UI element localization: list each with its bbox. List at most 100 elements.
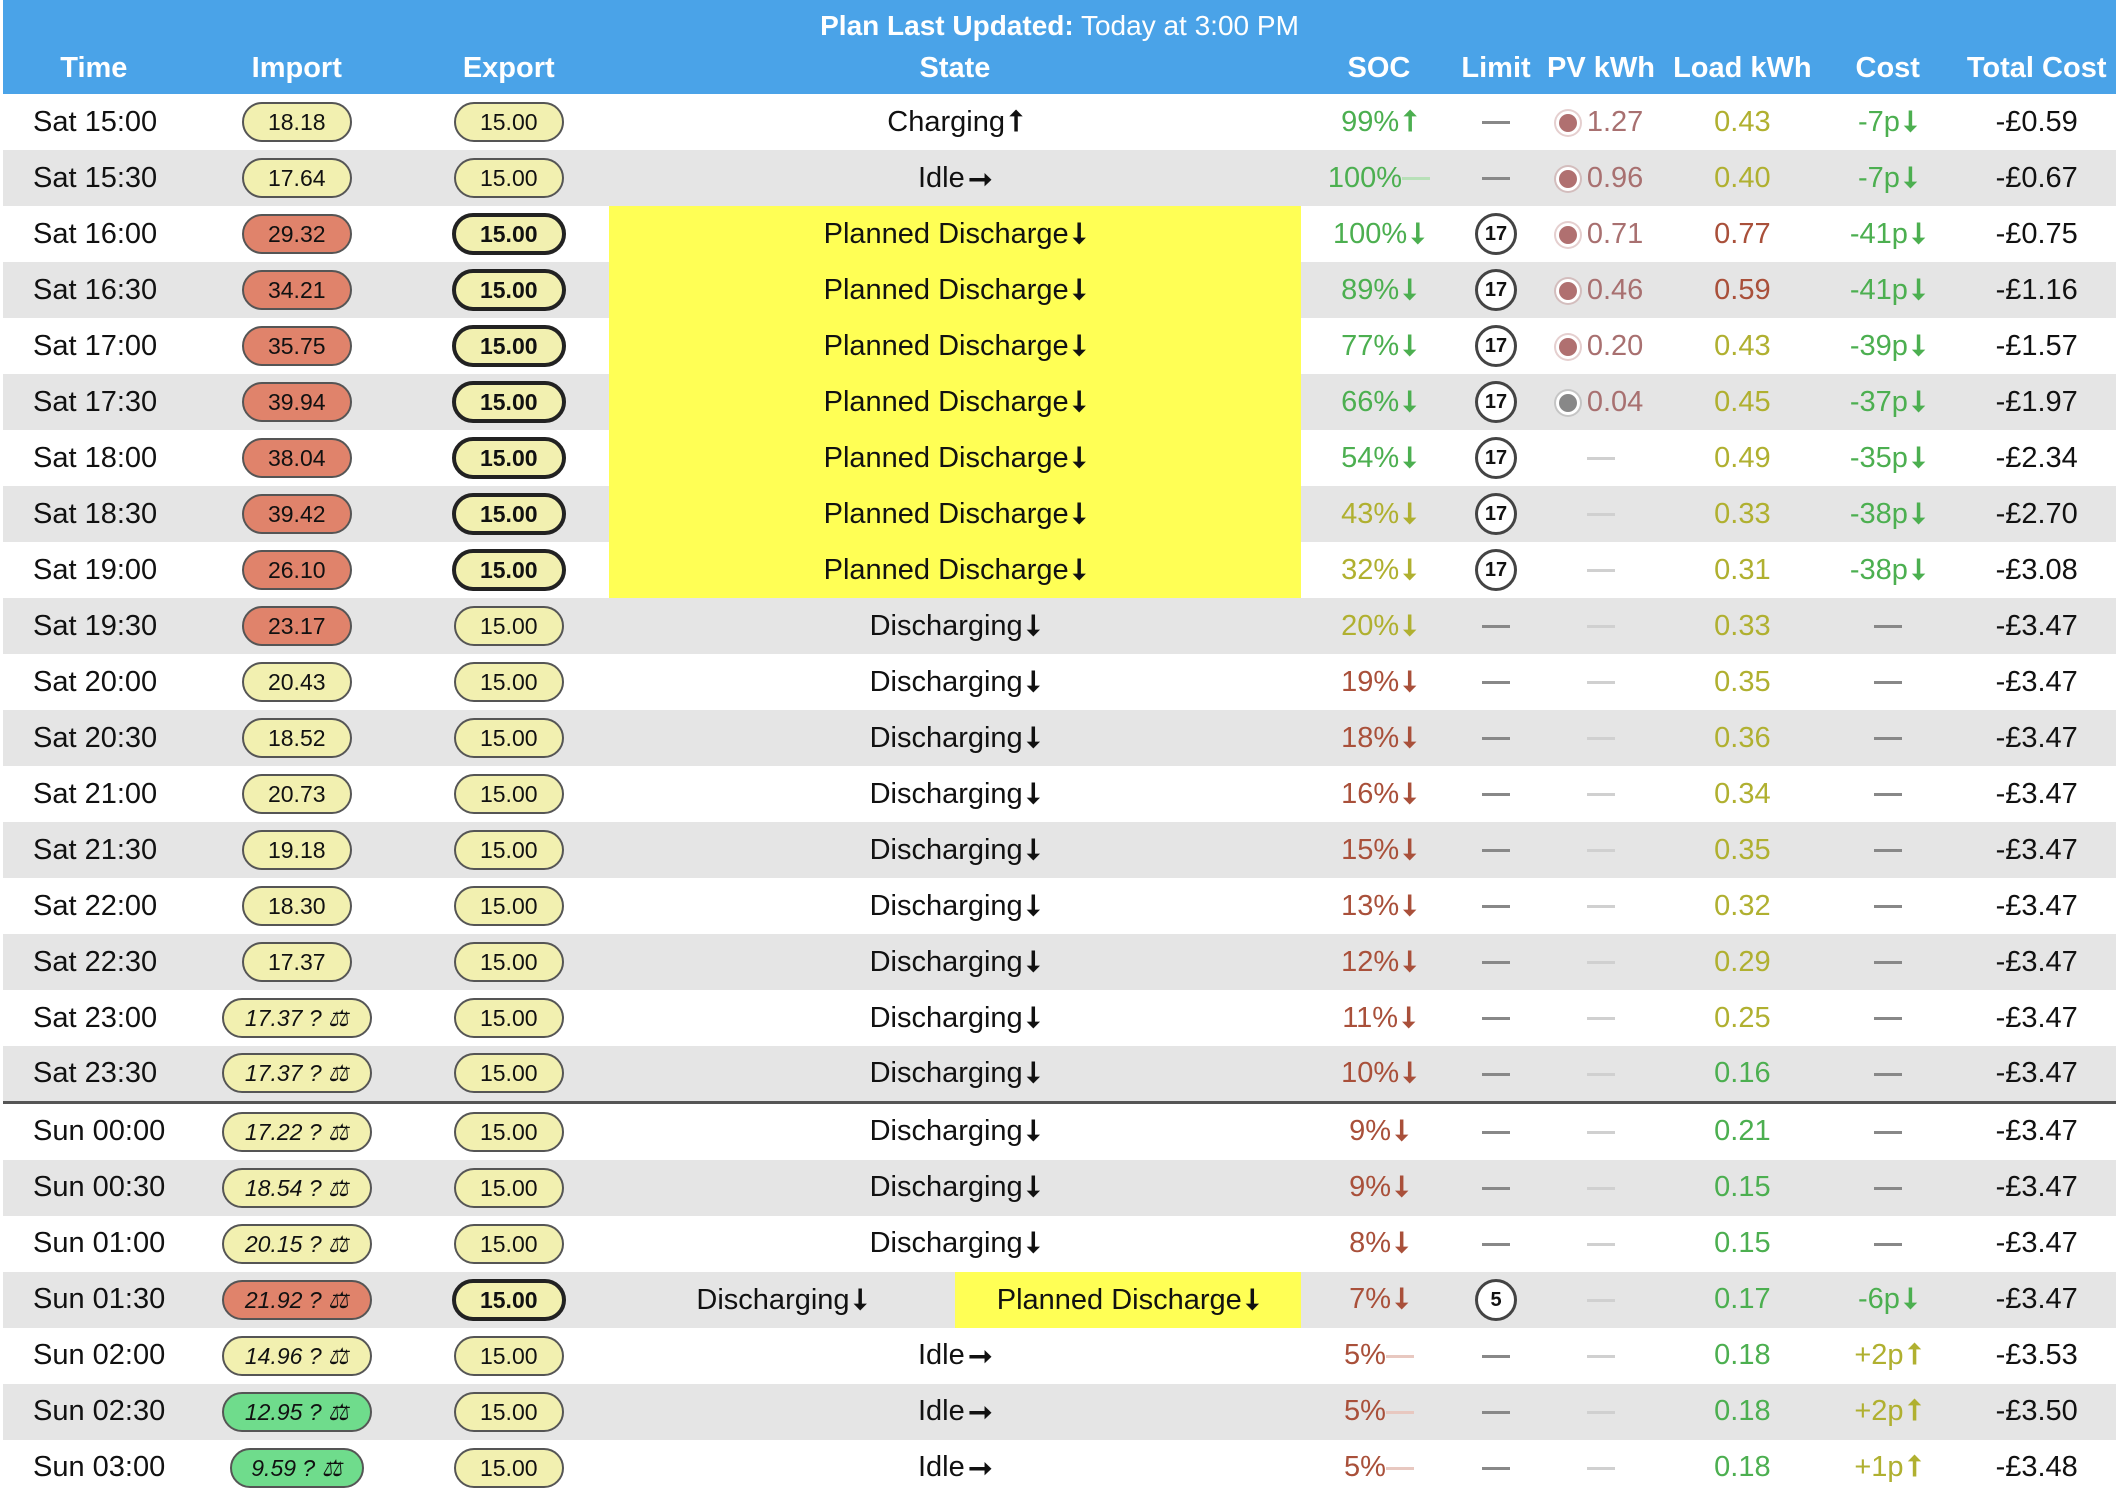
time-cell: Sat 20:00 — [33, 665, 158, 698]
load-cell: 0.34 — [1667, 766, 1818, 822]
col-limit: Limit — [1456, 42, 1536, 94]
empty-dash-icon — [1587, 1186, 1616, 1190]
state-text: Discharging — [869, 889, 1023, 922]
export-rate-pill: 15.00 — [453, 942, 564, 982]
empty-dash-icon — [1482, 681, 1511, 685]
arrow-up-icon: ⭡ — [1403, 105, 1417, 138]
soc-value: 12% — [1341, 945, 1400, 978]
import-rate-pill: 17.64 — [241, 158, 352, 198]
state-text: Planned Discharge — [823, 385, 1069, 418]
empty-dash-icon — [1587, 961, 1616, 965]
empty-dash-icon — [1873, 1072, 1902, 1076]
load-value: 0.35 — [1714, 833, 1771, 866]
flat-trend-icon — [1385, 1466, 1414, 1470]
load-value: 0.59 — [1714, 273, 1771, 306]
time-cell: Sun 00:00 — [3, 1100, 185, 1160]
limit-cell — [1456, 1100, 1536, 1160]
export-cell: 15.00 — [409, 542, 609, 598]
soc-value: 66% — [1341, 385, 1400, 418]
limit-cell — [1456, 1383, 1536, 1440]
arrow-down-icon: ⭣ — [1395, 1115, 1409, 1147]
import-cell: 17.37 ? ⚖ — [185, 990, 409, 1046]
col-import: Import — [184, 42, 409, 94]
time-cell: Sat 23:30 — [3, 1046, 185, 1102]
load-value: 0.35 — [1714, 665, 1771, 698]
limit-cell — [1457, 1328, 1536, 1384]
load-value: 0.34 — [1714, 777, 1771, 810]
import-rate-pill: 34.21 — [241, 270, 352, 310]
export-rate-pill: 15.00 — [451, 493, 566, 535]
arrow-down-icon: ⭣ — [1403, 665, 1417, 698]
soc-cell: 15% ⭣ — [1301, 822, 1457, 878]
pv-value: 0.96 — [1586, 161, 1644, 194]
export-cell: 15.00 — [409, 1216, 609, 1272]
export-cell: 15.00 — [408, 1159, 609, 1216]
arrow-down-icon: ⭣ — [1072, 441, 1087, 474]
plan-row: Sat 18:00 38.04 15.00 Planned Discharge ⭣… — [3, 430, 2116, 486]
soc-cell: 100% — [1301, 150, 1457, 206]
import-cell: 19.18 — [184, 822, 409, 878]
time-cell: Sat 15:00 — [33, 105, 158, 138]
total-cost-cell: -£3.47 — [1957, 1159, 2116, 1216]
empty-dash-icon — [1873, 961, 1902, 965]
total-cost-cell: -£0.67 — [1957, 150, 2116, 206]
soc-cell: 5% — [1301, 1383, 1457, 1440]
export-cell: 15.00 — [408, 262, 609, 318]
load-value: 0.29 — [1714, 945, 1771, 978]
load-value: 0.43 — [1714, 105, 1771, 138]
plan-row: Sat 15:00 18.18 15.00 Charging ⭡ 99% ⭡ 1.2… — [3, 94, 2116, 150]
import-rate-pill: 17.37 ? ⚖ — [221, 998, 372, 1038]
import-cell: 38.04 — [185, 430, 409, 486]
export-cell: 15.00 — [408, 934, 609, 990]
soc-cell: 10% ⭣ — [1301, 1046, 1457, 1102]
plan-row: Sat 15:30 17.64 15.00 Idle ⭢ 100% 0.96 0.… — [3, 150, 2116, 206]
soc-value: 99% — [1341, 105, 1400, 138]
soc-value: 100% — [1333, 217, 1408, 250]
plan-row: Sat 16:30 34.21 15.00 Planned Discharge ⭣… — [3, 262, 2116, 318]
soc-cell: 5% — [1301, 1328, 1456, 1384]
import-cell: 34.21 — [184, 262, 409, 318]
load-cell: 0.33 — [1666, 598, 1819, 654]
export-rate-pill: 15.00 — [451, 549, 566, 591]
export-rate-pill: 15.00 — [451, 325, 566, 367]
arrow-up-icon: ⭡ — [1907, 1451, 1922, 1483]
time-cell: Sat 18:00 — [33, 441, 158, 474]
cost-cell: +2p ⭡ — [1818, 1328, 1957, 1384]
pv-cell — [1535, 822, 1667, 878]
import-cell: 21.92 ? ⚖ — [184, 1271, 409, 1328]
col-load-kwh: Load kWh — [1666, 42, 1819, 94]
total-cost-cell: -£3.47 — [1957, 934, 2116, 990]
pv-cell — [1535, 1328, 1666, 1384]
state-text: Discharging ⭣ — [609, 1272, 955, 1328]
load-cell: 0.15 — [1667, 1216, 1818, 1272]
soc-value: 43% — [1341, 497, 1400, 530]
import-rate-pill: 26.10 — [241, 550, 352, 590]
time-cell: Sat 16:00 — [33, 217, 158, 250]
sun-icon — [1558, 225, 1577, 244]
state-cell: Discharging ⭣ — [609, 654, 1302, 710]
load-value: 0.45 — [1714, 385, 1771, 418]
import-rate-pill: 18.52 — [241, 718, 352, 758]
empty-dash-icon — [1587, 681, 1616, 685]
empty-dash-icon — [1482, 793, 1511, 797]
empty-dash-icon — [1482, 1186, 1511, 1190]
state-text: Discharging — [869, 833, 1023, 866]
import-cell: 17.22 ? ⚖ — [184, 1100, 409, 1160]
export-rate-pill: 15.00 — [451, 1278, 566, 1321]
load-cell: 0.45 — [1666, 374, 1819, 430]
import-rate-pill: 14.96 ? ⚖ — [221, 1335, 372, 1376]
cost-cell — [1818, 710, 1958, 766]
soc-value: 20% — [1341, 609, 1400, 642]
plan-row: Sat 16:00 29.32 15.00 Planned Discharge ⭣… — [3, 206, 2116, 262]
empty-dash-icon — [1873, 1130, 1902, 1134]
empty-dash-icon — [1587, 849, 1616, 853]
plan-row: Sat 21:30 19.18 15.00 Discharging ⭣ 15% ⭣ … — [3, 822, 2116, 878]
state-cell: Planned Discharge ⭣ — [608, 430, 1302, 486]
arrow-down-icon: ⭣ — [1026, 945, 1041, 978]
soc-cell: 54% ⭣ — [1301, 430, 1456, 486]
arrow-down-icon: ⭣ — [1403, 441, 1417, 474]
limit-badge: 17 — [1475, 325, 1518, 367]
export-cell: 15.00 — [408, 822, 609, 878]
load-value: 0.18 — [1714, 1339, 1771, 1371]
total-cost-cell: -£3.47 — [1957, 822, 2116, 878]
